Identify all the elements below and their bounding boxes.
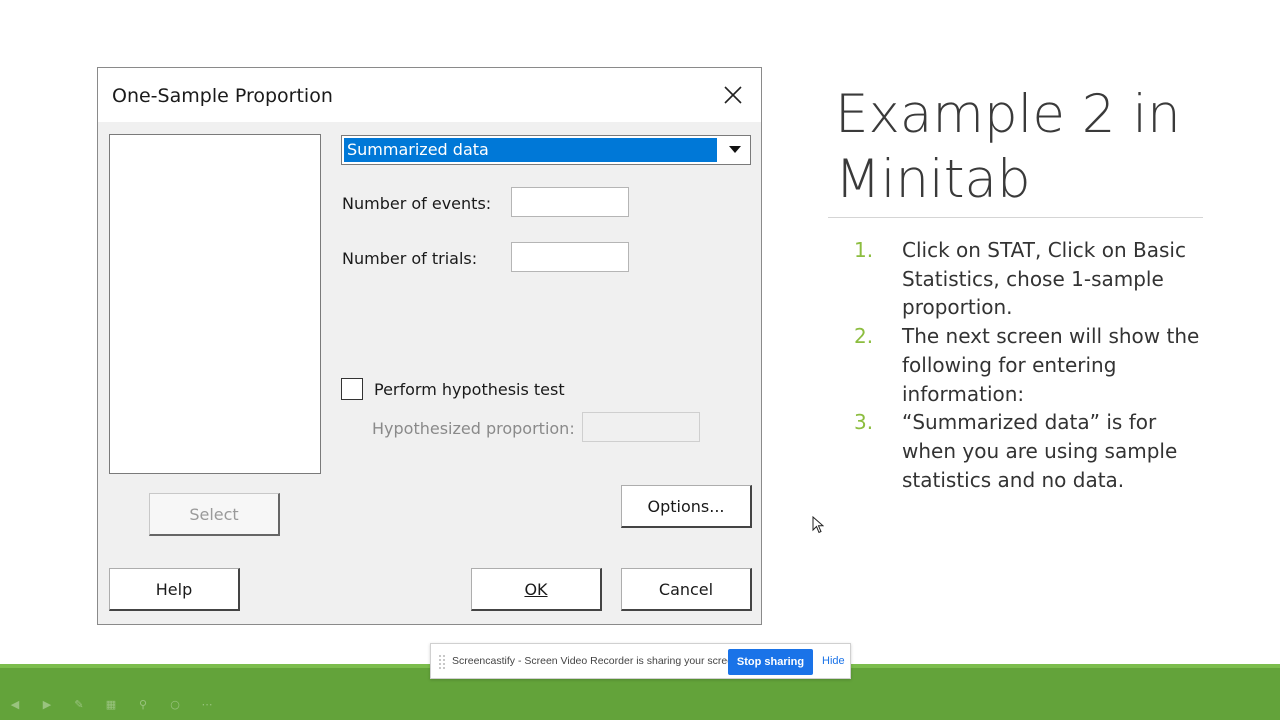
- slide-title: Example 2 in Minitab: [835, 82, 1235, 212]
- drag-handle-icon[interactable]: [439, 655, 445, 669]
- chevron-down-icon[interactable]: [721, 138, 749, 162]
- steps-list: 1. Click on STAT, Click on Basic Statist…: [850, 236, 1230, 494]
- dropdown-selected-value: Summarized data: [344, 138, 717, 162]
- step-text: Click on STAT, Click on Basic Statistics…: [902, 238, 1186, 320]
- ok-button[interactable]: OK: [471, 568, 602, 611]
- hypothesized-proportion-input[interactable]: [582, 412, 700, 442]
- data-type-dropdown[interactable]: Summarized data: [341, 135, 751, 165]
- dialog-titlebar: One-Sample Proportion: [98, 68, 761, 122]
- pen-icon[interactable]: ✎: [68, 694, 90, 714]
- select-button[interactable]: Select: [149, 493, 280, 536]
- options-button[interactable]: Options...: [621, 485, 752, 528]
- share-message: Screencastify - Screen Video Recorder is…: [452, 655, 742, 667]
- next-icon[interactable]: ▶: [36, 694, 58, 714]
- more-icon[interactable]: ⋯: [196, 694, 218, 714]
- step-number: 2.: [854, 324, 874, 349]
- close-icon: [724, 86, 742, 104]
- dialog-title: One-Sample Proportion: [112, 85, 333, 107]
- hide-link[interactable]: Hide: [822, 655, 845, 667]
- zoom-icon[interactable]: ⚲: [132, 694, 154, 714]
- number-of-trials-label: Number of trials:: [342, 249, 478, 268]
- slides-icon[interactable]: ▦: [100, 694, 122, 714]
- title-divider: [828, 217, 1203, 218]
- one-sample-proportion-dialog: One-Sample Proportion Summarized data Nu…: [97, 67, 762, 625]
- hypothesis-test-label[interactable]: Perform hypothesis test: [374, 380, 565, 399]
- slideshow-nav: ◀ ▶ ✎ ▦ ⚲ ○ ⋯: [4, 694, 218, 714]
- circle-icon[interactable]: ○: [164, 694, 186, 714]
- slide-title-line1: Example 2 in: [835, 84, 1181, 145]
- number-of-events-input[interactable]: [511, 187, 629, 217]
- list-item: 2. The next screen will show the followi…: [850, 322, 1230, 408]
- screen-share-bar: Screencastify - Screen Video Recorder is…: [430, 643, 851, 679]
- list-item: 1. Click on STAT, Click on Basic Statist…: [850, 236, 1230, 322]
- stop-sharing-button[interactable]: Stop sharing: [728, 649, 813, 675]
- hypothesis-test-checkbox[interactable]: [341, 378, 363, 400]
- prev-icon[interactable]: ◀: [4, 694, 26, 714]
- mouse-cursor-icon: [812, 516, 824, 534]
- cancel-button[interactable]: Cancel: [621, 568, 752, 611]
- step-text: The next screen will show the following …: [902, 324, 1200, 406]
- close-button[interactable]: [718, 80, 748, 110]
- step-number: 3.: [854, 410, 874, 435]
- number-of-events-label: Number of events:: [342, 194, 492, 213]
- step-text: “Summarized data” is for when you are us…: [902, 410, 1178, 492]
- variable-list[interactable]: [109, 134, 321, 474]
- help-button[interactable]: Help: [109, 568, 240, 611]
- number-of-trials-input[interactable]: [511, 242, 629, 272]
- hypothesized-proportion-label: Hypothesized proportion:: [372, 419, 575, 438]
- step-number: 1.: [854, 238, 874, 262]
- list-item: 3. “Summarized data” is for when you are…: [850, 408, 1230, 494]
- slide-title-line2: Minitab: [835, 149, 1031, 210]
